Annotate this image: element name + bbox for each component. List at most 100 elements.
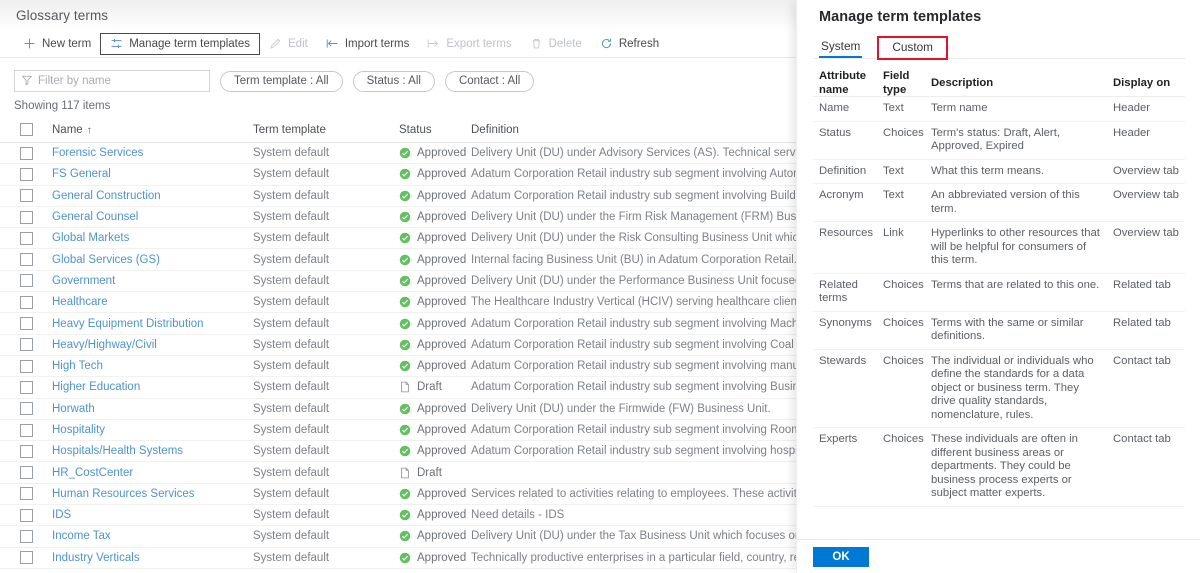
toolbar-button-import-terms[interactable]: Import terms: [317, 31, 419, 57]
row-checkbox[interactable]: [19, 380, 33, 394]
row-checkbox[interactable]: [19, 338, 33, 352]
table-row[interactable]: Hospitals/Health Systems System default Ap…: [0, 441, 796, 463]
row-checkbox-cell: [0, 295, 52, 309]
row-checkbox[interactable]: [19, 487, 33, 501]
term-name-link[interactable]: FS General: [52, 168, 111, 180]
term-name-link[interactable]: General Counsel: [52, 211, 138, 223]
term-name-link[interactable]: Global Services (GS): [52, 254, 160, 266]
row-checkbox[interactable]: [19, 295, 33, 309]
filter-pill-status[interactable]: Status : All: [352, 70, 435, 92]
cell-term-template: System default: [253, 317, 330, 330]
row-checkbox[interactable]: [19, 167, 33, 181]
cell-field-type: Choices: [883, 316, 924, 329]
term-name-link[interactable]: Horwath: [52, 403, 95, 415]
term-name-link[interactable]: Higher Education: [52, 381, 140, 393]
table-row[interactable]: Heavy Equipment Distribution System defau…: [0, 313, 796, 335]
row-checkbox[interactable]: [19, 253, 33, 267]
toolbar-button-new-term[interactable]: New term: [14, 31, 100, 57]
cell-status: Approved: [399, 275, 471, 287]
cell-term-template: System default: [253, 253, 330, 266]
select-all-checkbox[interactable]: [19, 123, 33, 136]
row-checkbox[interactable]: [19, 231, 33, 245]
cell-description: Hyperlinks to other resources that will …: [931, 227, 1100, 266]
filter-pill-contact[interactable]: Contact : All: [444, 70, 535, 92]
term-name-link[interactable]: High Tech: [52, 360, 103, 372]
table-row[interactable]: Industry Verticals System default Approved…: [0, 548, 796, 569]
cell-status: Approved: [399, 168, 471, 180]
row-checkbox[interactable]: [19, 444, 33, 458]
toolbar-button-label: Edit: [288, 37, 308, 50]
toolbar-button-label: Export terms: [446, 37, 512, 50]
table-row[interactable]: Hospitality System default Approved Adatum …: [0, 420, 796, 442]
table-row[interactable]: General Construction System default Approv…: [0, 186, 796, 207]
term-name-link[interactable]: Hospitals/Health Systems: [52, 445, 183, 457]
row-checkbox[interactable]: [19, 508, 33, 522]
status-badge: Approved: [417, 424, 467, 436]
cell-name: Global Markets: [52, 232, 253, 244]
row-checkbox[interactable]: [19, 189, 33, 203]
table-row[interactable]: Global Services (GS) System default Approv…: [0, 249, 796, 271]
term-name-link[interactable]: Global Markets: [52, 232, 129, 244]
cell-field-type: Text: [883, 164, 904, 177]
table-row[interactable]: FS General System default Approved Adatum C…: [0, 164, 796, 186]
term-name-link[interactable]: Healthcare: [52, 296, 108, 308]
table-row[interactable]: Government System default Approved Delivery…: [0, 271, 796, 293]
row-checkbox[interactable]: [19, 359, 33, 373]
table-row[interactable]: General Counsel System default Approved Del…: [0, 207, 796, 229]
cell-status: Approved: [399, 403, 471, 415]
term-name-link[interactable]: HR_CostCenter: [52, 467, 133, 479]
column-header-status[interactable]: Status: [399, 124, 471, 136]
approved-icon: [399, 211, 411, 223]
table-row[interactable]: Global Markets System default Approved Deli…: [0, 228, 796, 250]
tabs-divider: [813, 58, 1185, 59]
row-checkbox[interactable]: [19, 274, 33, 288]
row-checkbox[interactable]: [19, 146, 33, 160]
toolbar-button-refresh[interactable]: Refresh: [591, 31, 668, 57]
cell-term-template: System default: [253, 189, 330, 202]
pencil-icon: [269, 37, 282, 50]
row-checkbox[interactable]: [19, 423, 33, 437]
term-name-link[interactable]: General Construction: [52, 190, 161, 202]
approved-icon: [399, 254, 411, 266]
term-name-link[interactable]: Human Resources Services: [52, 488, 195, 500]
table-row[interactable]: Horwath System default Approved Delivery Un…: [0, 399, 796, 420]
table-row[interactable]: IDS System default Approved Need details - …: [0, 505, 796, 527]
row-checkbox[interactable]: [19, 551, 33, 565]
table-row[interactable]: HR_CostCenter System default Draft: [0, 462, 796, 484]
column-header-name[interactable]: Name ↑: [52, 124, 253, 136]
term-name-link[interactable]: Government: [52, 275, 115, 287]
row-checkbox[interactable]: [19, 529, 33, 543]
table-row[interactable]: Higher Education System default Draft Adatu…: [0, 377, 796, 399]
table-row[interactable]: Healthcare System default Approved The Heal…: [0, 292, 796, 314]
ok-button[interactable]: OK: [813, 547, 869, 567]
search-input[interactable]: Filter by name: [14, 70, 210, 92]
toolbar-button-manage-term-templates[interactable]: Manage term templates: [100, 32, 261, 55]
status-badge: Approved: [417, 211, 467, 224]
table-row[interactable]: High Tech System default Approved Adatum Co…: [0, 356, 796, 378]
column-header-term-template[interactable]: Term template: [253, 124, 399, 136]
tab-system[interactable]: System: [813, 39, 868, 58]
table-row[interactable]: Information Services (IS)System defaultA…: [0, 569, 796, 573]
table-row[interactable]: Forensic Services System default Approved D…: [0, 143, 796, 165]
approved-icon: [399, 296, 411, 308]
term-name-link[interactable]: Heavy/Highway/Civil: [52, 339, 157, 351]
table-row[interactable]: Human Resources Services System default Ap…: [0, 484, 796, 506]
approved-icon: [399, 530, 411, 542]
term-name-link[interactable]: Income Tax: [52, 530, 111, 542]
filter-pill-term-template[interactable]: Term template : All: [220, 70, 343, 92]
row-checkbox[interactable]: [19, 317, 33, 331]
row-checkbox[interactable]: [19, 466, 33, 480]
tab-custom[interactable]: Custom: [877, 36, 948, 60]
term-name-link[interactable]: Forensic Services: [52, 147, 143, 159]
term-name-link[interactable]: IDS: [52, 509, 71, 521]
table-row[interactable]: Heavy/Highway/Civil System default Approve…: [0, 335, 796, 356]
row-checkbox[interactable]: [19, 402, 33, 416]
term-name-link[interactable]: Industry Verticals: [52, 552, 140, 564]
row-checkbox-cell: [0, 189, 52, 203]
row-checkbox-cell: [0, 444, 52, 458]
term-name-link[interactable]: Heavy Equipment Distribution: [52, 318, 204, 330]
term-name-link[interactable]: Hospitality: [52, 424, 105, 436]
row-checkbox[interactable]: [19, 210, 33, 224]
table-row[interactable]: Income Tax System default Approved Delivery…: [0, 526, 796, 548]
column-header-definition[interactable]: Definition: [471, 124, 796, 136]
